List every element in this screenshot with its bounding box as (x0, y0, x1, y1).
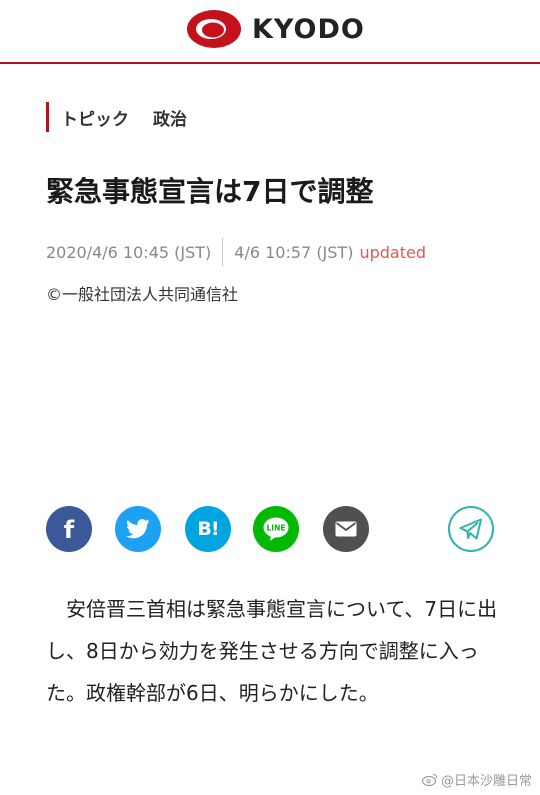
kyodo-logo[interactable]: KYODO (186, 8, 365, 50)
mail-share-button[interactable] (323, 506, 369, 552)
facebook-share-button[interactable]: f (46, 506, 92, 552)
published-date: 2020/4/6 10:45 (JST) (46, 242, 212, 262)
weibo-watermark: @日本沙雕日常 (421, 770, 532, 789)
hatena-bookmark-icon: B! (197, 518, 219, 540)
twitter-icon (126, 519, 150, 539)
article-dates: 2020/4/6 10:45 (JST) 4/6 10:57 (JST) upd… (46, 236, 426, 268)
article-title: 緊急事態宣言は7日で調整 (46, 175, 374, 208)
date-separator (222, 238, 224, 266)
twitter-share-button[interactable] (115, 506, 161, 552)
line-icon-label: LINE (267, 524, 286, 533)
facebook-icon: f (63, 516, 75, 544)
topic-category[interactable]: 政治 (153, 105, 187, 130)
share-bar: f B! LINE (46, 506, 494, 552)
watermark-text: @日本沙雕日常 (440, 774, 532, 789)
telegram-icon (459, 518, 482, 540)
hatena-bookmark-share-button[interactable]: B! (185, 506, 231, 552)
copyright-notice: ©一般社団法人共同通信社 (46, 285, 239, 304)
mail-icon (335, 521, 357, 537)
updated-date: 4/6 10:57 (JST) (234, 242, 354, 262)
topic-label[interactable]: トピック (61, 105, 129, 130)
weibo-icon (421, 773, 438, 786)
site-header: KYODO (0, 0, 540, 64)
line-icon: LINE (263, 517, 289, 541)
kyodo-logo-mark-icon (187, 10, 241, 48)
logo-text: KYODO (252, 13, 365, 45)
updated-label: updated (359, 242, 426, 262)
topic-breadcrumb: トピック 政治 (46, 102, 187, 132)
line-share-button[interactable]: LINE (253, 506, 299, 552)
article-body: 安倍晋三首相は緊急事態宣言について、7日に出し、8日から効力を発生させる方向で調… (46, 597, 498, 705)
telegram-share-button[interactable] (448, 506, 494, 552)
